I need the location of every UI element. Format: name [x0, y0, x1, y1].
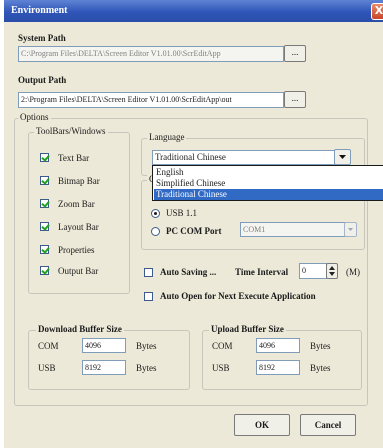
language-option-traditional-chinese[interactable]: Traditional Chinese [154, 189, 383, 200]
download-com-label: COM [38, 341, 59, 351]
download-buffer-label: Download Buffer Size [36, 324, 124, 334]
upload-buffer-label: Upload Buffer Size [209, 324, 286, 334]
text-bar-checkbox[interactable] [40, 153, 49, 162]
time-interval-input[interactable]: 0 [299, 263, 327, 279]
system-path-field[interactable]: C:\Program Files\DELTA\Screen Editor V1.… [18, 46, 284, 62]
language-dropdown-button[interactable] [334, 149, 351, 165]
bitmap-bar-label: Bitmap Bar [58, 176, 100, 186]
time-interval-label: Time Interval [235, 267, 289, 277]
download-usb-unit: Bytes [136, 363, 157, 373]
auto-saving-checkbox[interactable] [144, 268, 153, 277]
language-select[interactable]: Traditional Chinese [152, 150, 336, 165]
window-title: Environment [11, 5, 68, 16]
usb-label: USB 1.1 [166, 208, 198, 218]
chevron-down-icon [348, 228, 353, 231]
language-option-english[interactable]: English [154, 167, 383, 178]
toolbars-label: ToolBars/Windows [34, 126, 108, 136]
ok-button[interactable]: OK [234, 414, 290, 436]
close-icon: X [374, 4, 383, 17]
zoom-bar-label: Zoom Bar [58, 199, 95, 209]
download-usb-label: USB [38, 363, 56, 373]
layout-bar-label: Layout Bar [58, 222, 99, 232]
options-label: Options [18, 112, 51, 122]
auto-open-checkbox[interactable] [144, 292, 153, 301]
auto-open-label: Auto Open for Next Execute Application [160, 291, 316, 301]
pc-com-radio[interactable] [151, 227, 160, 236]
output-bar-checkbox[interactable] [40, 266, 49, 275]
upload-com-input[interactable]: 4096 [256, 338, 300, 353]
spinner-arrows-icon [329, 266, 335, 276]
output-path-label: Output Path [18, 75, 67, 85]
system-path-browse-button[interactable]: ... [284, 45, 306, 62]
language-dropdown-list: English Simplified Chinese Traditional C… [152, 165, 383, 201]
download-usb-input[interactable]: 8192 [82, 360, 126, 375]
language-label: Language [147, 132, 187, 142]
close-button[interactable]: X [371, 3, 383, 20]
com-port-select[interactable]: COM1 [240, 222, 348, 237]
bitmap-bar-checkbox[interactable] [40, 176, 49, 185]
properties-label: Properties [58, 245, 95, 255]
system-path-label: System Path [18, 33, 66, 43]
upload-usb-label: USB [212, 363, 230, 373]
pc-com-label: PC COM Port [166, 226, 222, 236]
time-interval-spinner[interactable] [326, 263, 338, 279]
output-path-browse-button[interactable]: ... [284, 91, 306, 108]
environment-dialog: Environment X System Path C:\Program Fil… [4, 0, 383, 448]
cancel-button[interactable]: Cancel [300, 414, 356, 436]
usb-radio[interactable] [151, 209, 160, 218]
text-bar-label: Text Bar [58, 153, 90, 163]
layout-bar-checkbox[interactable] [40, 222, 49, 231]
zoom-bar-checkbox[interactable] [40, 199, 49, 208]
download-com-input[interactable]: 4096 [82, 338, 126, 353]
download-com-unit: Bytes [136, 341, 157, 351]
language-option-simplified-chinese[interactable]: Simplified Chinese [154, 178, 383, 189]
output-path-field[interactable]: 2:\Program Files\DELTA\Screen Editor V1.… [18, 92, 284, 108]
upload-usb-unit: Bytes [310, 363, 331, 373]
com-port-dropdown-button[interactable] [344, 222, 357, 237]
upload-com-label: COM [212, 341, 233, 351]
time-interval-unit: (M) [346, 267, 360, 277]
upload-com-unit: Bytes [310, 341, 331, 351]
chevron-down-icon [339, 155, 346, 159]
output-bar-label: Output Bar [58, 266, 99, 276]
auto-saving-label: Auto Saving ... [160, 267, 217, 277]
properties-checkbox[interactable] [40, 245, 49, 254]
upload-usb-input[interactable]: 8192 [256, 360, 300, 375]
title-bar: Environment [4, 0, 383, 22]
